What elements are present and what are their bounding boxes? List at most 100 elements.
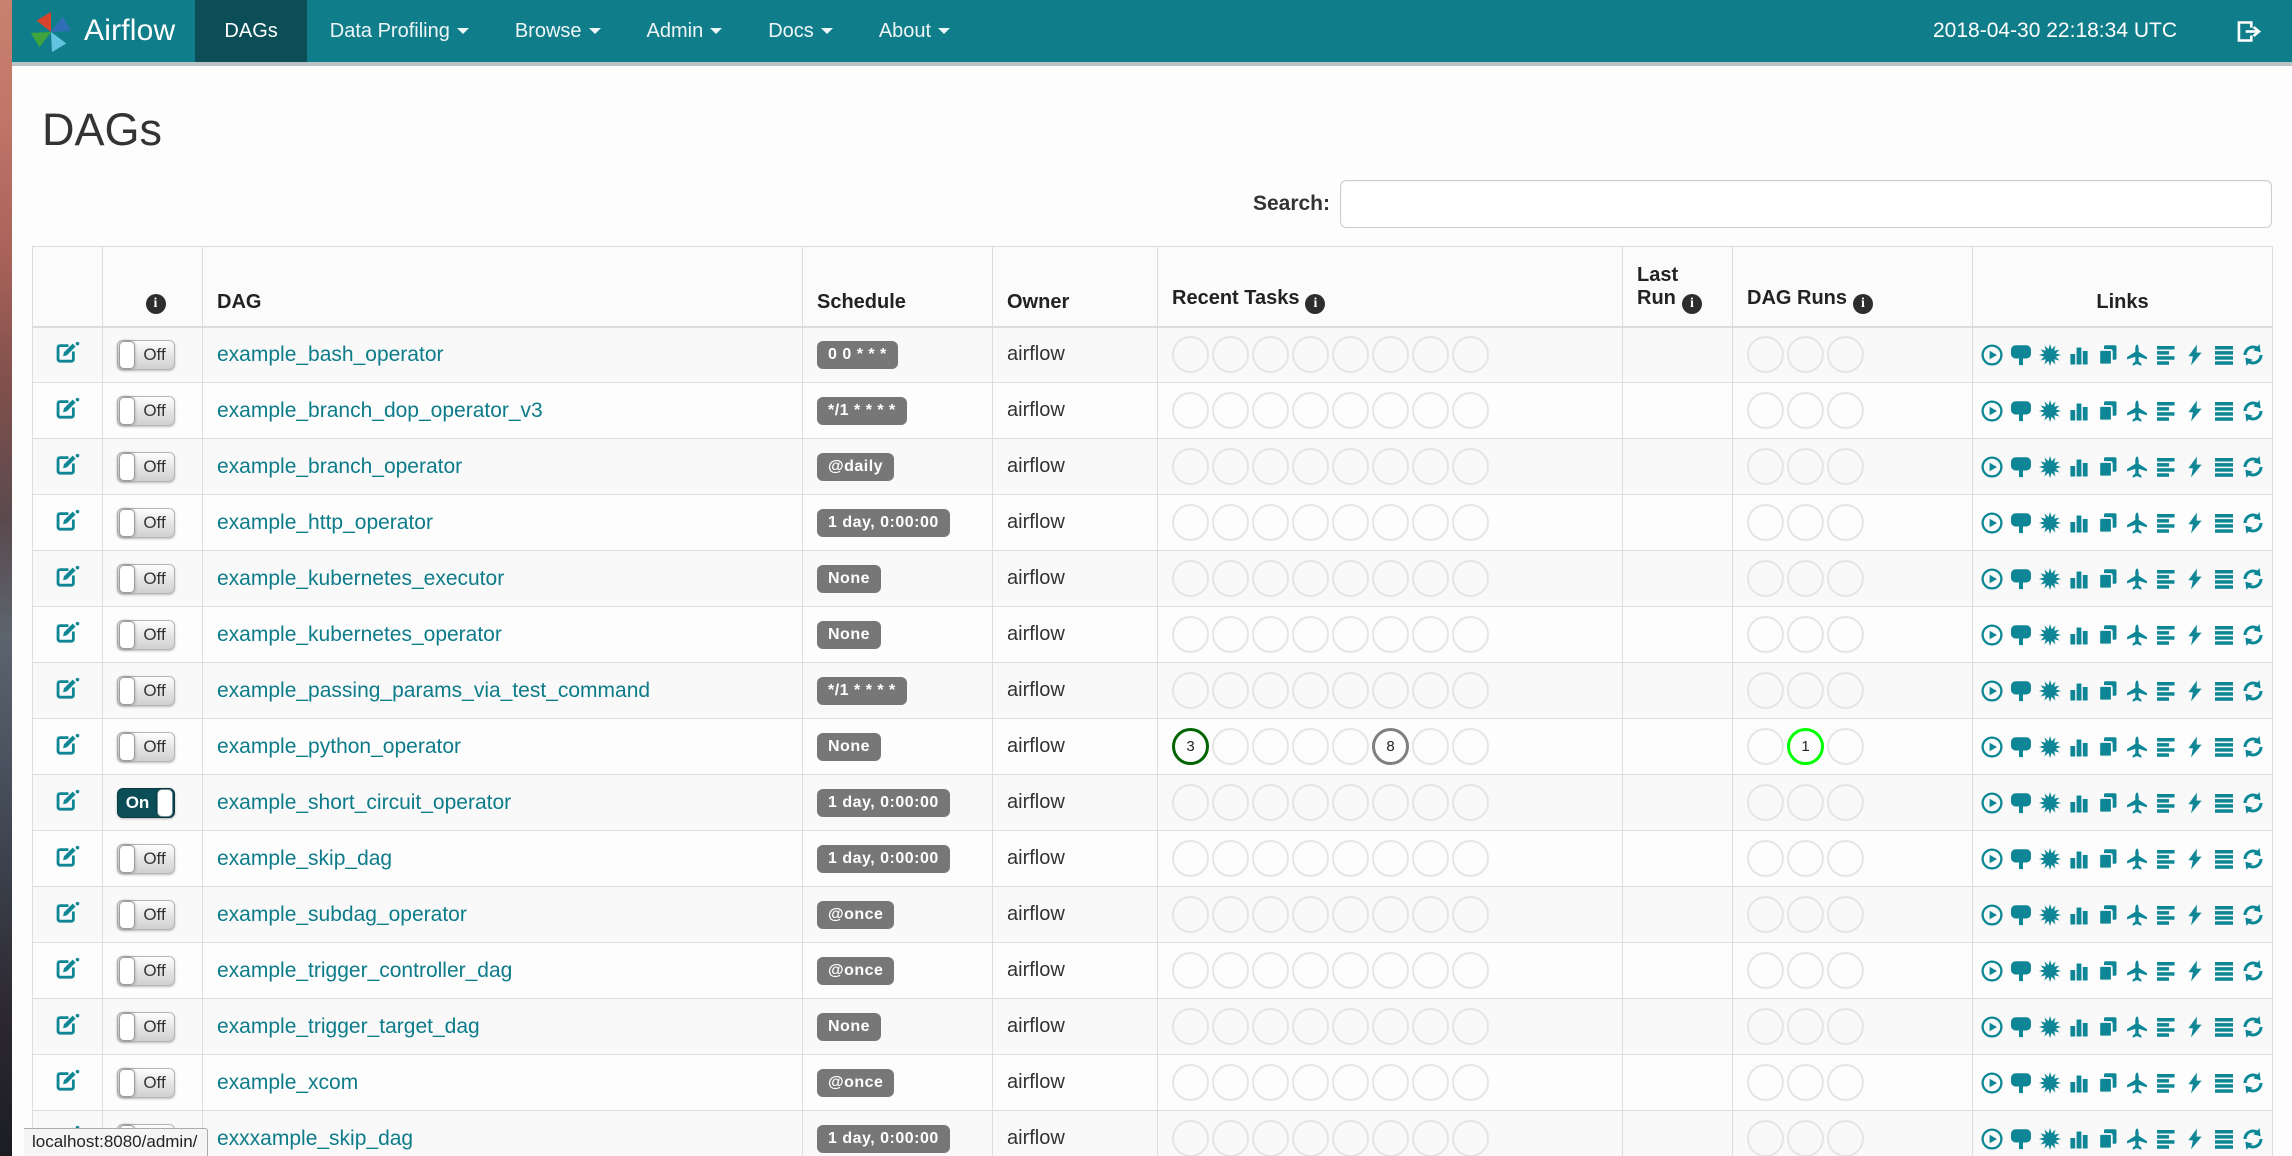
trigger-dag-icon[interactable] xyxy=(1980,791,2004,815)
edit-dag-icon[interactable] xyxy=(54,562,81,589)
task-tries-icon[interactable] xyxy=(2096,847,2120,871)
logs-icon[interactable] xyxy=(2212,511,2236,535)
edit-dag-icon[interactable] xyxy=(54,1010,81,1037)
dag-name-link[interactable]: example_xcom xyxy=(217,1071,358,1094)
task-tries-icon[interactable] xyxy=(2096,511,2120,535)
logs-icon[interactable] xyxy=(2212,847,2236,871)
logs-icon[interactable] xyxy=(2212,735,2236,759)
graph-view-icon[interactable] xyxy=(2038,567,2062,591)
refresh-dag-icon[interactable] xyxy=(2241,1127,2265,1151)
refresh-dag-icon[interactable] xyxy=(2241,903,2265,927)
graph-view-icon[interactable] xyxy=(2038,399,2062,423)
gantt-view-icon[interactable] xyxy=(2154,1015,2178,1039)
dag-name-link[interactable]: example_skip_dag xyxy=(217,847,392,870)
task-duration-icon[interactable] xyxy=(2067,455,2091,479)
code-view-icon[interactable] xyxy=(2183,1071,2207,1095)
dag-pause-toggle[interactable]: Off xyxy=(117,619,175,650)
dag-pause-toggle[interactable]: Off xyxy=(117,899,175,930)
tree-view-icon[interactable] xyxy=(2009,903,2033,927)
landing-times-icon[interactable] xyxy=(2125,959,2149,983)
task-tries-icon[interactable] xyxy=(2096,735,2120,759)
task-duration-icon[interactable] xyxy=(2067,343,2091,367)
tree-view-icon[interactable] xyxy=(2009,791,2033,815)
code-view-icon[interactable] xyxy=(2183,511,2207,535)
graph-view-icon[interactable] xyxy=(2038,847,2062,871)
logs-icon[interactable] xyxy=(2212,791,2236,815)
edit-dag-icon[interactable] xyxy=(54,1066,81,1093)
landing-times-icon[interactable] xyxy=(2125,791,2149,815)
landing-times-icon[interactable] xyxy=(2125,1071,2149,1095)
code-view-icon[interactable] xyxy=(2183,791,2207,815)
code-view-icon[interactable] xyxy=(2183,455,2207,479)
task-tries-icon[interactable] xyxy=(2096,455,2120,479)
trigger-dag-icon[interactable] xyxy=(1980,1127,2004,1151)
edit-dag-icon[interactable] xyxy=(54,674,81,701)
dag-name-link[interactable]: example_bash_operator xyxy=(217,343,444,366)
task-tries-icon[interactable] xyxy=(2096,791,2120,815)
edit-dag-icon[interactable] xyxy=(54,506,81,533)
landing-times-icon[interactable] xyxy=(2125,567,2149,591)
dag-pause-toggle[interactable]: Off xyxy=(117,507,175,538)
task-duration-icon[interactable] xyxy=(2067,399,2091,423)
task-tries-icon[interactable] xyxy=(2096,399,2120,423)
edit-dag-icon[interactable] xyxy=(54,842,81,869)
trigger-dag-icon[interactable] xyxy=(1980,735,2004,759)
dag-name-link[interactable]: example_subdag_operator xyxy=(217,903,467,926)
tree-view-icon[interactable] xyxy=(2009,343,2033,367)
search-input[interactable] xyxy=(1340,180,2272,228)
graph-view-icon[interactable] xyxy=(2038,1015,2062,1039)
dag-pause-toggle[interactable]: Off xyxy=(117,395,175,426)
dag-pause-toggle[interactable]: Off xyxy=(117,451,175,482)
edit-dag-icon[interactable] xyxy=(54,954,81,981)
refresh-dag-icon[interactable] xyxy=(2241,679,2265,703)
task-duration-icon[interactable] xyxy=(2067,903,2091,927)
dag-name-link[interactable]: exxxample_skip_dag xyxy=(217,1127,413,1150)
task-tries-icon[interactable] xyxy=(2096,567,2120,591)
landing-times-icon[interactable] xyxy=(2125,399,2149,423)
tree-view-icon[interactable] xyxy=(2009,1015,2033,1039)
graph-view-icon[interactable] xyxy=(2038,1127,2062,1151)
landing-times-icon[interactable] xyxy=(2125,735,2149,759)
dag-pause-toggle[interactable]: Off xyxy=(117,1011,175,1042)
gantt-view-icon[interactable] xyxy=(2154,1071,2178,1095)
edit-dag-icon[interactable] xyxy=(54,338,81,365)
tree-view-icon[interactable] xyxy=(2009,847,2033,871)
code-view-icon[interactable] xyxy=(2183,679,2207,703)
refresh-dag-icon[interactable] xyxy=(2241,847,2265,871)
graph-view-icon[interactable] xyxy=(2038,623,2062,647)
dag-name-link[interactable]: example_trigger_controller_dag xyxy=(217,959,512,982)
refresh-dag-icon[interactable] xyxy=(2241,959,2265,983)
tree-view-icon[interactable] xyxy=(2009,679,2033,703)
airflow-brand[interactable]: Airflow xyxy=(12,0,195,62)
task-duration-icon[interactable] xyxy=(2067,1015,2091,1039)
logs-icon[interactable] xyxy=(2212,455,2236,479)
logs-icon[interactable] xyxy=(2212,343,2236,367)
dag-pause-toggle[interactable]: Off xyxy=(117,843,175,874)
trigger-dag-icon[interactable] xyxy=(1980,903,2004,927)
graph-view-icon[interactable] xyxy=(2038,679,2062,703)
trigger-dag-icon[interactable] xyxy=(1980,1015,2004,1039)
logs-icon[interactable] xyxy=(2212,903,2236,927)
code-view-icon[interactable] xyxy=(2183,1015,2207,1039)
dag-name-link[interactable]: example_trigger_target_dag xyxy=(217,1015,480,1038)
tree-view-icon[interactable] xyxy=(2009,567,2033,591)
task-duration-icon[interactable] xyxy=(2067,1071,2091,1095)
dag-name-link[interactable]: example_python_operator xyxy=(217,735,461,758)
refresh-dag-icon[interactable] xyxy=(2241,567,2265,591)
gantt-view-icon[interactable] xyxy=(2154,511,2178,535)
edit-dag-icon[interactable] xyxy=(54,786,81,813)
logs-icon[interactable] xyxy=(2212,679,2236,703)
task-duration-icon[interactable] xyxy=(2067,791,2091,815)
dag-name-link[interactable]: example_short_circuit_operator xyxy=(217,791,511,814)
refresh-dag-icon[interactable] xyxy=(2241,399,2265,423)
logs-icon[interactable] xyxy=(2212,1127,2236,1151)
code-view-icon[interactable] xyxy=(2183,735,2207,759)
trigger-dag-icon[interactable] xyxy=(1980,511,2004,535)
landing-times-icon[interactable] xyxy=(2125,1015,2149,1039)
code-view-icon[interactable] xyxy=(2183,903,2207,927)
gantt-view-icon[interactable] xyxy=(2154,679,2178,703)
tree-view-icon[interactable] xyxy=(2009,455,2033,479)
gantt-view-icon[interactable] xyxy=(2154,455,2178,479)
gantt-view-icon[interactable] xyxy=(2154,959,2178,983)
tree-view-icon[interactable] xyxy=(2009,959,2033,983)
